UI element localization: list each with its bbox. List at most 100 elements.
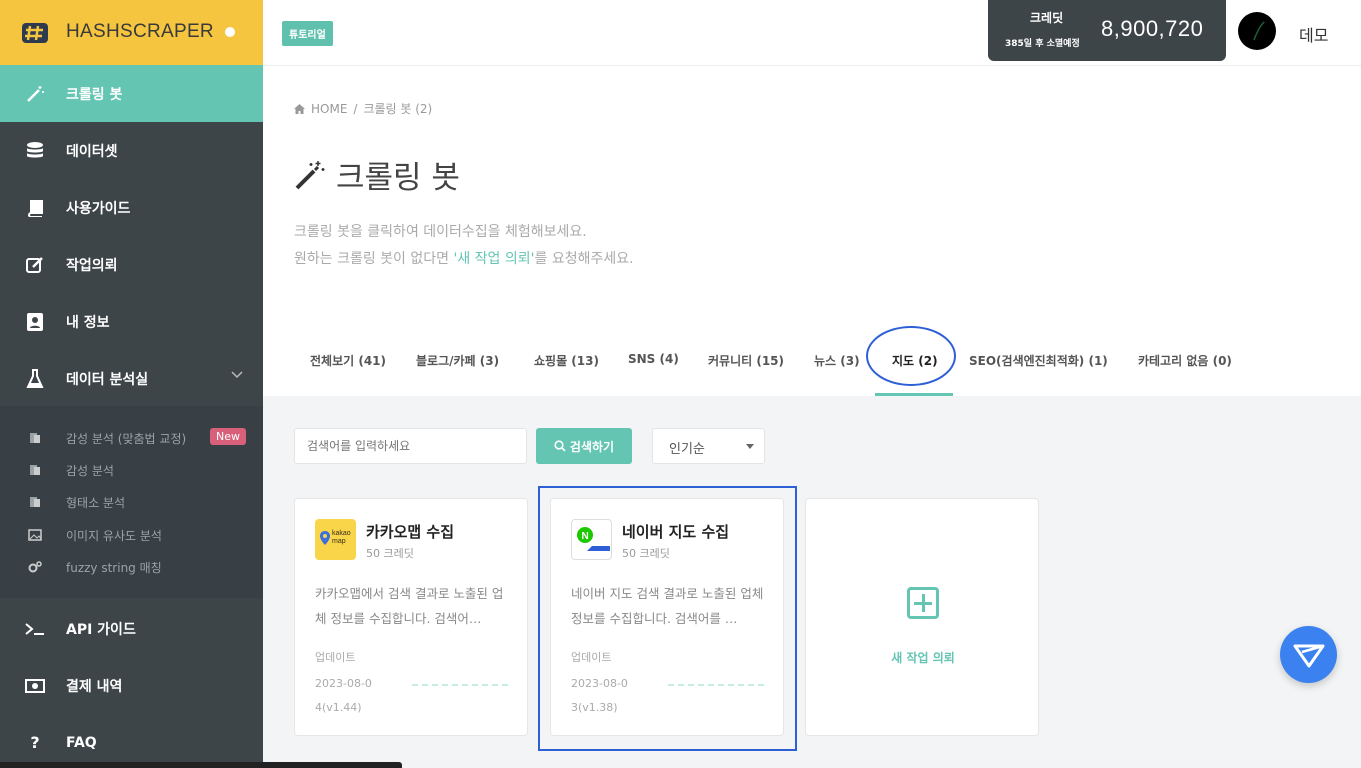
new-request-card[interactable]: 새 작업 의뢰 — [805, 498, 1039, 736]
sidebar-item-faq[interactable]: ? FAQ — [0, 714, 263, 768]
card-update-date: 2023-08-04(v1.44) — [315, 677, 372, 714]
sub-item-sentiment[interactable]: 감성 분석 — [0, 455, 263, 485]
tab-all[interactable]: 전체보기 (41) — [310, 352, 386, 369]
search-button-label: 검색하기 — [569, 439, 615, 454]
sidebar: HASHSCRAPER 크롤링 봇 데이터셋 사용가이드 작업의뢰 내 정보 데… — [0, 0, 263, 768]
sub-item-label: 이미지 유사도 분석 — [66, 528, 162, 543]
sidebar-item-label: 크롤링 봇 — [66, 86, 123, 103]
bot-card-kakao[interactable]: kakao map 카카오맵 수집 50 크레딧 카카오맵에서 검색 결과로 노출… — [294, 498, 528, 736]
new-badge: New — [210, 428, 246, 445]
sub-item-label: 형태소 분석 — [66, 495, 126, 510]
description-line-2: 원하는 크롤링 봇이 없다면 '새 작업 의뢰'를 요청해주세요. — [294, 246, 634, 273]
search-button[interactable]: 검색하기 — [536, 428, 632, 464]
sub-item-morpheme[interactable]: 형태소 분석 — [0, 487, 263, 517]
sidebar-item-label: 결제 내역 — [66, 678, 123, 695]
database-icon — [24, 140, 46, 162]
new-request-label: 새 작업 의뢰 — [891, 651, 955, 665]
book-icon — [24, 197, 46, 219]
card-description: 카카오맵에서 검색 결과로 노출된 업체 정보를 수집합니다. 검색어… — [315, 586, 504, 626]
credit-expiry: 385일 후 소멸예정 — [1005, 39, 1080, 49]
sidebar-item-label: 데이터 분석실 — [66, 371, 149, 388]
credit-panel[interactable]: 크레딧 385일 후 소멸예정 8,900,720 — [988, 0, 1226, 61]
annotation-circle — [866, 326, 956, 386]
caret-down-icon — [746, 444, 754, 449]
sidebar-item-api-guide[interactable]: API 가이드 — [0, 600, 263, 657]
tab-uncategorized[interactable]: 카테고리 없음 (0) — [1138, 352, 1232, 369]
page-title: 크롤링 봇 — [294, 152, 460, 197]
sidebar-item-analysis[interactable]: 데이터 분석실 — [0, 350, 263, 407]
sidebar-item-guide[interactable]: 사용가이드 — [0, 179, 263, 236]
credit-label: 크레딧 — [1030, 11, 1064, 25]
sidebar-item-label: 작업의뢰 — [66, 257, 118, 274]
card-credit: 50 크레딧 — [366, 547, 414, 560]
document-icon — [30, 465, 40, 475]
document-icon — [30, 497, 40, 507]
wand-icon — [24, 83, 46, 105]
breadcrumb-home[interactable]: HOME — [311, 102, 347, 116]
tab-community[interactable]: 커뮤니티 (15) — [708, 352, 784, 369]
chat-fab-button[interactable] — [1280, 626, 1337, 683]
sidebar-item-label: 내 정보 — [66, 314, 110, 331]
sub-item-image-similarity[interactable]: 이미지 유사도 분석 — [0, 520, 263, 550]
description-suffix: 를 요청해주세요. — [534, 251, 634, 267]
brand-header[interactable]: HASHSCRAPER — [0, 0, 263, 65]
chevron-down-icon — [231, 371, 243, 379]
sidebar-item-label: FAQ — [66, 734, 97, 751]
breadcrumb: HOME / 크롤링 봇 (2) — [294, 100, 432, 117]
question-icon: ? — [30, 733, 40, 752]
sub-item-label: 감성 분석 (맞춤법 교정) — [66, 431, 187, 446]
category-tabs: 전체보기 (41) 블로그/카페 (3) 쇼핑몰 (13) SNS (4) 커뮤… — [263, 338, 1361, 396]
gears-icon — [28, 561, 42, 573]
card-update-label: 업데이트 — [315, 651, 356, 664]
tab-sns[interactable]: SNS (4) — [628, 352, 679, 366]
tab-seo[interactable]: SEO(검색엔진최적화) (1) — [969, 352, 1108, 369]
paper-plane-icon — [1293, 644, 1325, 668]
sub-item-sentiment-corrected[interactable]: 감성 분석 (맞춤법 교정) New — [0, 423, 263, 453]
new-request-link[interactable]: '새 작업 의뢰' — [453, 251, 534, 267]
tab-news[interactable]: 뉴스 (3) — [814, 352, 860, 369]
money-icon — [24, 675, 46, 697]
sidebar-item-payment[interactable]: 결제 내역 — [0, 657, 263, 714]
sort-value: 인기순 — [669, 442, 705, 457]
sidebar-item-label: 사용가이드 — [66, 200, 131, 217]
edit-icon — [24, 254, 46, 276]
page-title-text: 크롤링 봇 — [336, 160, 460, 196]
sidebar-item-label: API 가이드 — [66, 621, 136, 638]
document-icon — [30, 433, 40, 443]
description-line-1: 크롤링 봇을 클릭하여 데이터수집을 체험해보세요. — [294, 224, 587, 240]
user-name[interactable]: 데모 — [1299, 22, 1328, 46]
wand-icon — [295, 160, 325, 189]
credit-value: 8,900,720 — [1101, 16, 1204, 41]
sort-select[interactable]: 인기순 — [652, 428, 765, 464]
svg-text:kakao: kakao — [332, 530, 351, 537]
status-dot — [225, 27, 235, 37]
plus-icon — [907, 587, 939, 619]
analysis-submenu: 감성 분석 (맞춤법 교정) New 감성 분석 형태소 분석 이미지 유사도 … — [0, 406, 263, 598]
svg-text:map: map — [332, 538, 346, 545]
brand-name: HASHSCRAPER — [66, 21, 214, 42]
breadcrumb-current: 크롤링 봇 (2) — [363, 102, 433, 116]
sidebar-item-request[interactable]: 작업의뢰 — [0, 236, 263, 293]
search-input[interactable] — [294, 428, 527, 464]
flask-icon — [24, 368, 46, 390]
sidebar-item-myinfo[interactable]: 내 정보 — [0, 293, 263, 350]
page-description: 크롤링 봇을 클릭하여 데이터수집을 체험해보세요. 원하는 크롤링 봇이 없다… — [294, 219, 634, 273]
logo-icon — [22, 23, 48, 43]
kakao-map-logo: kakao map — [315, 519, 356, 560]
sidebar-item-crawling-bot[interactable]: 크롤링 봇 — [0, 65, 263, 122]
avatar[interactable] — [1238, 12, 1276, 50]
bottom-bar — [0, 762, 402, 768]
sidebar-item-dataset[interactable]: 데이터셋 — [0, 122, 263, 179]
terminal-icon — [24, 618, 46, 640]
search-icon — [554, 440, 566, 452]
tab-shopping[interactable]: 쇼핑몰 (13) — [534, 352, 599, 369]
home-icon — [294, 103, 305, 114]
description-prefix: 원하는 크롤링 봇이 없다면 — [294, 251, 454, 267]
tutorial-button[interactable]: 튜토리얼 — [282, 21, 333, 46]
tab-blog-cafe[interactable]: 블로그/카페 (3) — [416, 352, 499, 369]
sidebar-item-label: 데이터셋 — [66, 143, 118, 160]
sub-item-label: 감성 분석 — [66, 463, 114, 478]
sub-item-fuzzy[interactable]: fuzzy string 매칭 — [0, 552, 263, 582]
card-divider — [412, 684, 508, 686]
user-card-icon — [24, 311, 46, 333]
